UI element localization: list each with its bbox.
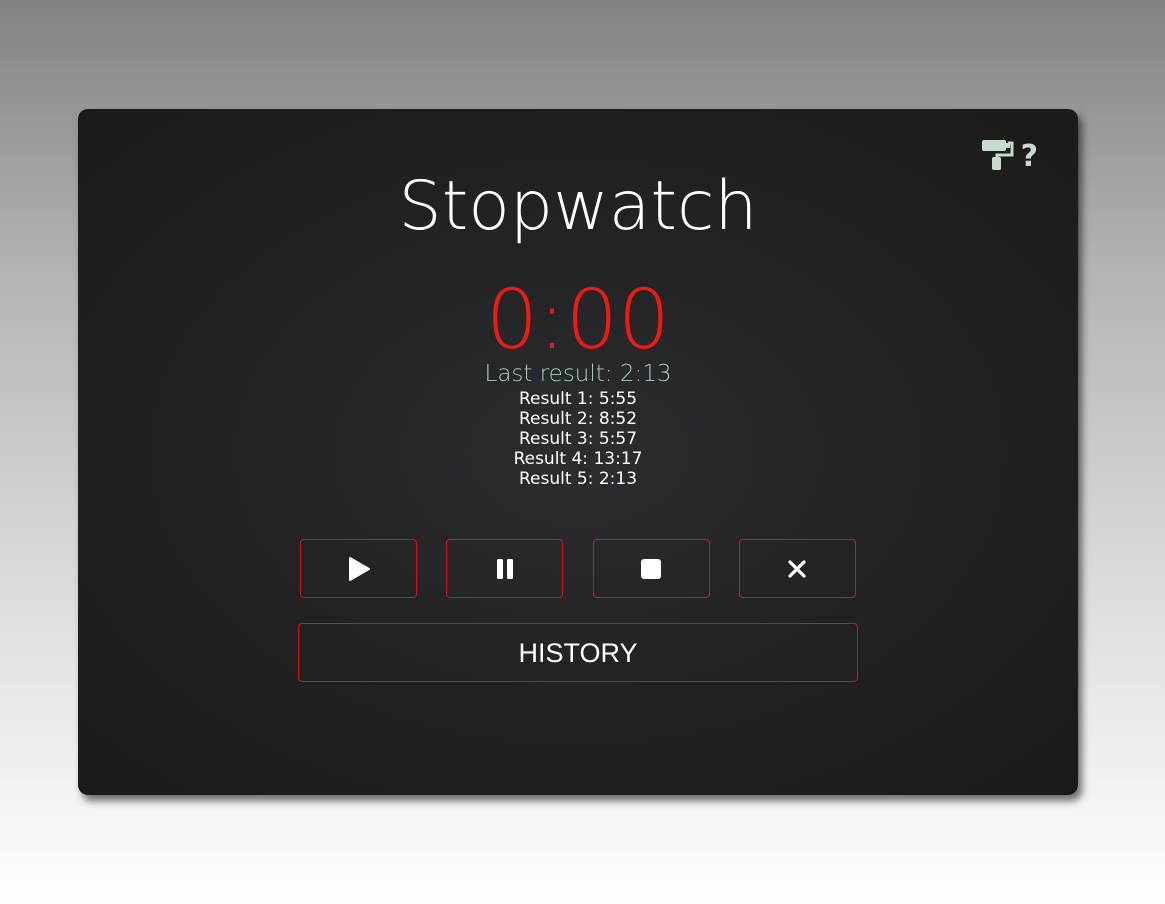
history-button[interactable]: HISTORY xyxy=(298,623,858,682)
controls-row xyxy=(300,539,856,598)
list-item: Result 5: 2:13 xyxy=(518,469,638,489)
pause-button[interactable] xyxy=(446,539,564,598)
play-button[interactable] xyxy=(300,539,417,598)
stop-button[interactable] xyxy=(592,539,710,598)
reset-button[interactable] xyxy=(738,539,856,598)
list-item: Result 4: 13:17 xyxy=(513,449,643,469)
pause-icon xyxy=(496,558,513,579)
page-title: Stopwatch xyxy=(398,167,758,246)
results-list: Result 1: 5:55 Result 2: 8:52 Result 3: … xyxy=(78,389,1078,489)
list-item: Result 3: 5:57 xyxy=(518,429,638,449)
stopwatch-card: ? Stopwatch 0:00 Last result: 2:13 Resul… xyxy=(78,109,1078,795)
stop-icon xyxy=(641,558,662,579)
close-icon xyxy=(788,559,807,578)
list-item: Result 2: 8:52 xyxy=(518,409,638,429)
list-item: Result 1: 5:55 xyxy=(518,389,638,409)
play-icon xyxy=(348,556,370,581)
time-display: 0:00 xyxy=(485,273,671,368)
last-result: Last result: 2:13 xyxy=(484,361,672,387)
